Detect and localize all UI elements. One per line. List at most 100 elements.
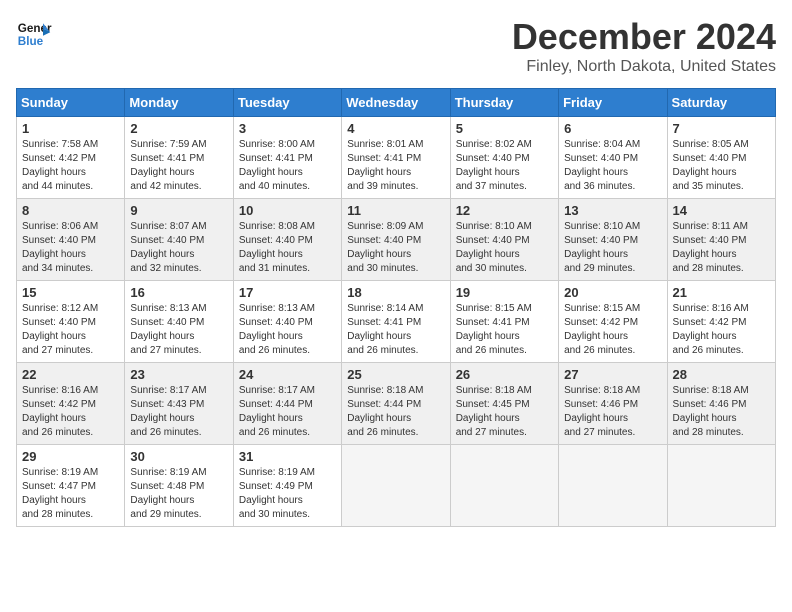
day-info: Sunrise: 8:04 AMSunset: 4:40 PMDaylight … — [564, 138, 661, 194]
day-info: Sunrise: 8:16 AMSunset: 4:42 PMDaylight … — [673, 302, 770, 358]
day-number: 26 — [456, 367, 553, 382]
weekday-header-thursday: Thursday — [450, 89, 558, 117]
day-info: Sunrise: 8:18 AMSunset: 4:45 PMDaylight … — [456, 384, 553, 440]
day-info: Sunrise: 8:15 AMSunset: 4:41 PMDaylight … — [456, 302, 553, 358]
day-info: Sunrise: 8:10 AMSunset: 4:40 PMDaylight … — [456, 220, 553, 276]
weekday-header-tuesday: Tuesday — [233, 89, 341, 117]
calendar-cell: 5 Sunrise: 8:02 AMSunset: 4:40 PMDaylight… — [450, 117, 558, 199]
calendar-cell: 19 Sunrise: 8:15 AMSunset: 4:41 PMDayligh… — [450, 281, 558, 363]
day-number: 29 — [22, 449, 119, 464]
day-info: Sunrise: 8:18 AMSunset: 4:44 PMDaylight … — [347, 384, 444, 440]
calendar-week-row: 22Sunrise: 8:16 AMSunset: 4:42 PMDayligh… — [17, 363, 776, 445]
page-header: General Blue December 2024 Finley, North… — [16, 16, 776, 76]
weekday-header-row: SundayMondayTuesdayWednesdayThursdayFrid… — [17, 89, 776, 117]
day-number: 5 — [456, 121, 553, 136]
calendar-cell: 16Sunrise: 8:13 AMSunset: 4:40 PMDayligh… — [125, 281, 233, 363]
day-info: Sunrise: 8:11 AMSunset: 4:40 PMDaylight … — [673, 220, 770, 276]
calendar-cell: 2Sunrise: 7:59 AMSunset: 4:41 PMDaylight… — [125, 117, 233, 199]
day-info: Sunrise: 8:19 AMSunset: 4:47 PMDaylight … — [22, 466, 119, 522]
day-number: 22 — [22, 367, 119, 382]
day-info: Sunrise: 8:02 AMSunset: 4:40 PMDaylight … — [456, 138, 553, 194]
calendar-cell: 31 Sunrise: 8:19 AMSunset: 4:49 PMDayligh… — [233, 445, 341, 527]
day-info: Sunrise: 7:58 AMSunset: 4:42 PMDaylight … — [22, 138, 119, 194]
calendar-cell: 24 Sunrise: 8:17 AMSunset: 4:44 PMDayligh… — [233, 363, 341, 445]
calendar-week-row: 1 Sunrise: 7:58 AMSunset: 4:42 PMDaylight… — [17, 117, 776, 199]
calendar-cell: 28 Sunrise: 8:18 AMSunset: 4:46 PMDayligh… — [667, 363, 775, 445]
weekday-header-monday: Monday — [125, 89, 233, 117]
day-number: 7 — [673, 121, 770, 136]
calendar-cell: 7 Sunrise: 8:05 AMSunset: 4:40 PMDaylight… — [667, 117, 775, 199]
calendar-cell: 10 Sunrise: 8:08 AMSunset: 4:40 PMDayligh… — [233, 199, 341, 281]
day-info: Sunrise: 8:13 AMSunset: 4:40 PMDaylight … — [239, 302, 336, 358]
day-info: Sunrise: 8:19 AMSunset: 4:48 PMDaylight … — [130, 466, 227, 522]
calendar-cell: 6 Sunrise: 8:04 AMSunset: 4:40 PMDaylight… — [559, 117, 667, 199]
calendar-cell: 17 Sunrise: 8:13 AMSunset: 4:40 PMDayligh… — [233, 281, 341, 363]
calendar-week-row: 29 Sunrise: 8:19 AMSunset: 4:47 PMDayligh… — [17, 445, 776, 527]
day-number: 15 — [22, 285, 119, 300]
calendar-cell — [559, 445, 667, 527]
weekday-header-wednesday: Wednesday — [342, 89, 450, 117]
day-info: Sunrise: 8:00 AMSunset: 4:41 PMDaylight … — [239, 138, 336, 194]
calendar-cell: 23 Sunrise: 8:17 AMSunset: 4:43 PMDayligh… — [125, 363, 233, 445]
calendar-cell: 30 Sunrise: 8:19 AMSunset: 4:48 PMDayligh… — [125, 445, 233, 527]
day-number: 31 — [239, 449, 336, 464]
weekday-header-friday: Friday — [559, 89, 667, 117]
calendar-cell: 27Sunrise: 8:18 AMSunset: 4:46 PMDayligh… — [559, 363, 667, 445]
calendar-title: December 2024 — [512, 16, 776, 58]
day-number: 30 — [130, 449, 227, 464]
calendar-cell: 1 Sunrise: 7:58 AMSunset: 4:42 PMDaylight… — [17, 117, 125, 199]
day-info: Sunrise: 8:08 AMSunset: 4:40 PMDaylight … — [239, 220, 336, 276]
weekday-header-sunday: Sunday — [17, 89, 125, 117]
day-number: 12 — [456, 203, 553, 218]
calendar-cell — [342, 445, 450, 527]
day-number: 21 — [673, 285, 770, 300]
day-number: 24 — [239, 367, 336, 382]
calendar-cell: 25 Sunrise: 8:18 AMSunset: 4:44 PMDayligh… — [342, 363, 450, 445]
day-number: 11 — [347, 203, 444, 218]
day-number: 28 — [673, 367, 770, 382]
calendar-cell: 11 Sunrise: 8:09 AMSunset: 4:40 PMDayligh… — [342, 199, 450, 281]
weekday-header-saturday: Saturday — [667, 89, 775, 117]
title-area: December 2024 Finley, North Dakota, Unit… — [512, 16, 776, 76]
calendar-cell: 3Sunrise: 8:00 AMSunset: 4:41 PMDaylight… — [233, 117, 341, 199]
day-info: Sunrise: 8:19 AMSunset: 4:49 PMDaylight … — [239, 466, 336, 522]
day-info: Sunrise: 8:17 AMSunset: 4:43 PMDaylight … — [130, 384, 227, 440]
calendar-cell: 15 Sunrise: 8:12 AMSunset: 4:40 PMDayligh… — [17, 281, 125, 363]
calendar-cell: 29 Sunrise: 8:19 AMSunset: 4:47 PMDayligh… — [17, 445, 125, 527]
day-number: 25 — [347, 367, 444, 382]
calendar-subtitle: Finley, North Dakota, United States — [512, 58, 776, 76]
day-info: Sunrise: 7:59 AMSunset: 4:41 PMDaylight … — [130, 138, 227, 194]
calendar-cell — [450, 445, 558, 527]
day-info: Sunrise: 8:05 AMSunset: 4:40 PMDaylight … — [673, 138, 770, 194]
day-number: 1 — [22, 121, 119, 136]
day-info: Sunrise: 8:15 AMSunset: 4:42 PMDaylight … — [564, 302, 661, 358]
day-info: Sunrise: 8:18 AMSunset: 4:46 PMDaylight … — [564, 384, 661, 440]
calendar-cell: 14 Sunrise: 8:11 AMSunset: 4:40 PMDayligh… — [667, 199, 775, 281]
calendar-cell: 22Sunrise: 8:16 AMSunset: 4:42 PMDayligh… — [17, 363, 125, 445]
day-info: Sunrise: 8:13 AMSunset: 4:40 PMDaylight … — [130, 302, 227, 358]
day-info: Sunrise: 8:09 AMSunset: 4:40 PMDaylight … — [347, 220, 444, 276]
day-number: 14 — [673, 203, 770, 218]
logo-icon: General Blue — [16, 16, 52, 52]
day-info: Sunrise: 8:01 AMSunset: 4:41 PMDaylight … — [347, 138, 444, 194]
day-number: 10 — [239, 203, 336, 218]
day-number: 23 — [130, 367, 227, 382]
calendar-week-row: 8Sunrise: 8:06 AMSunset: 4:40 PMDaylight… — [17, 199, 776, 281]
day-info: Sunrise: 8:10 AMSunset: 4:40 PMDaylight … — [564, 220, 661, 276]
day-info: Sunrise: 8:17 AMSunset: 4:44 PMDaylight … — [239, 384, 336, 440]
day-number: 9 — [130, 203, 227, 218]
day-number: 18 — [347, 285, 444, 300]
day-info: Sunrise: 8:12 AMSunset: 4:40 PMDaylight … — [22, 302, 119, 358]
day-info: Sunrise: 8:06 AMSunset: 4:40 PMDaylight … — [22, 220, 119, 276]
calendar-cell: 9 Sunrise: 8:07 AMSunset: 4:40 PMDaylight… — [125, 199, 233, 281]
day-number: 19 — [456, 285, 553, 300]
calendar-cell: 4 Sunrise: 8:01 AMSunset: 4:41 PMDaylight… — [342, 117, 450, 199]
day-info: Sunrise: 8:18 AMSunset: 4:46 PMDaylight … — [673, 384, 770, 440]
day-number: 20 — [564, 285, 661, 300]
calendar-week-row: 15 Sunrise: 8:12 AMSunset: 4:40 PMDayligh… — [17, 281, 776, 363]
calendar-cell — [667, 445, 775, 527]
day-info: Sunrise: 8:07 AMSunset: 4:40 PMDaylight … — [130, 220, 227, 276]
day-number: 6 — [564, 121, 661, 136]
day-number: 4 — [347, 121, 444, 136]
day-number: 17 — [239, 285, 336, 300]
